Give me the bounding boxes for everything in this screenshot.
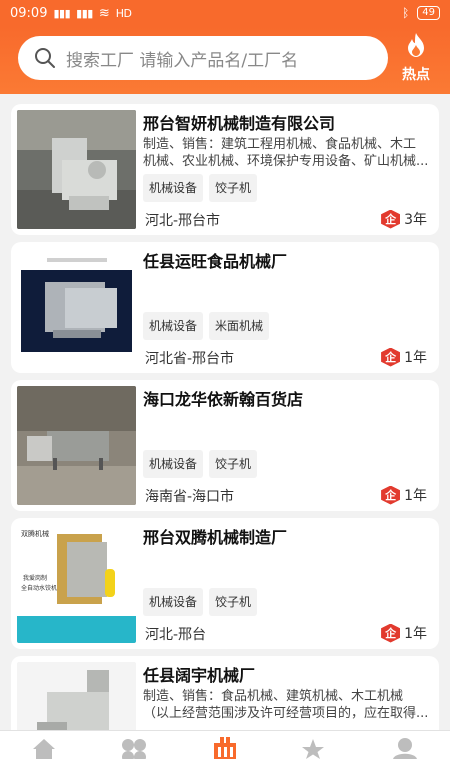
years-badge: 企 1年: [381, 623, 427, 643]
tab-profile[interactable]: [392, 737, 418, 760]
tag[interactable]: 饺子机: [209, 588, 258, 616]
hot-button[interactable]: 热点: [396, 32, 436, 84]
factory-name: 邢台智妍机械制造有限公司: [143, 114, 336, 133]
tag-list: 机械设备 米面机械: [143, 312, 270, 340]
product-image: [17, 386, 136, 505]
factory-name: 任县运旺食品机械厂: [143, 252, 288, 271]
product-image: [17, 110, 136, 229]
status-time: 09:09: [10, 5, 48, 21]
bottom-tab-bar: [0, 730, 450, 760]
factory-card[interactable]: 海口龙华依新翰百货店 机械设备 饺子机 海南省-海口市 企 1年: [11, 380, 439, 511]
category-icon: [122, 739, 146, 760]
product-image: [17, 662, 136, 730]
location: 河北-邢台: [145, 627, 207, 643]
home-icon: [33, 739, 55, 759]
location: 河北省-邢台市: [145, 351, 235, 367]
factory-card[interactable]: 邢台智妍机械制造有限公司 制造、销售：建筑工程用机械、食品机械、木工 机械、农业…: [11, 104, 439, 235]
tab-star[interactable]: [300, 737, 326, 760]
tag-list: 机械设备 饺子机: [143, 588, 258, 616]
enterprise-badge-icon: 企: [381, 209, 401, 229]
header: 搜索工厂 请输入产品名/工厂名 热点: [0, 26, 450, 94]
factory-card[interactable]: 双腾机械 我爱岗制 全自动水饺机 邢台双腾机械制造厂 机械设备 饺子机 河北-邢…: [11, 518, 439, 649]
image-caption: 我爱岗制: [23, 574, 47, 582]
factory-description: 制造、销售：食品机械、建筑机械、木工机械 （以上经营范围涉及许可经营项目的，应在…: [143, 688, 433, 722]
factory-card[interactable]: 任县运旺食品机械厂 机械设备 米面机械 河北省-邢台市 企 1年: [11, 242, 439, 373]
factory-name: 任县阔宇机械厂: [143, 666, 256, 685]
factory-card[interactable]: 任县阔宇机械厂 制造、销售：食品机械、建筑机械、木工机械 （以上经营范围涉及许可…: [11, 656, 439, 730]
years-text: 1年: [404, 350, 427, 366]
description-line: 制造、销售：建筑工程用机械、食品机械、木工: [143, 137, 417, 152]
years-text: 1年: [404, 626, 427, 642]
location: 海南省-海口市: [145, 489, 235, 505]
years-badge: 企 1年: [381, 347, 427, 367]
tag-list: 机械设备 饺子机: [143, 450, 258, 478]
tab-factory[interactable]: [212, 737, 238, 760]
search-icon: [35, 48, 55, 68]
tag[interactable]: 饺子机: [209, 450, 258, 478]
search-input[interactable]: 搜索工厂 请输入产品名/工厂名: [66, 46, 298, 71]
tag[interactable]: 机械设备: [143, 312, 204, 340]
tag[interactable]: 机械设备: [143, 174, 204, 202]
tab-category[interactable]: [120, 737, 148, 760]
tag[interactable]: 机械设备: [143, 588, 204, 616]
fire-icon: [408, 33, 424, 57]
product-image: [17, 248, 136, 367]
factory-list: 邢台智妍机械制造有限公司 制造、销售：建筑工程用机械、食品机械、木工 机械、农业…: [0, 94, 450, 730]
factory-icon: [214, 737, 236, 759]
enterprise-badge-icon: 企: [381, 623, 401, 643]
factory-name: 邢台双腾机械制造厂: [143, 528, 288, 547]
wifi-icon: ≋: [98, 5, 110, 21]
image-caption: 全自动水饺机: [21, 584, 57, 592]
description-line: （以上经营范围涉及许可经营项目的，应在取得...: [143, 706, 429, 721]
factory-name: 海口龙华依新翰百货店: [143, 390, 304, 409]
user-icon: [393, 738, 417, 759]
factory-description: 制造、销售：建筑工程用机械、食品机械、木工 机械、农业机械、环境保护专用设备、矿…: [143, 136, 433, 170]
location: 河北-邢台市: [145, 213, 221, 229]
years-badge: 企 3年: [381, 209, 427, 229]
years-text: 1年: [404, 488, 427, 504]
tag[interactable]: 饺子机: [209, 174, 258, 202]
status-bar: 09:09 ▮▮▮ ▮▮▮ ≋ HD ᛒ 49: [0, 0, 450, 26]
years-badge: 企 1年: [381, 485, 427, 505]
description-line: 机械、农业机械、环境保护专用设备、矿山机械...: [143, 154, 429, 169]
signal-icon: ▮▮▮: [76, 6, 93, 20]
tag[interactable]: 机械设备: [143, 450, 204, 478]
enterprise-badge-icon: 企: [381, 485, 401, 505]
description-line: 制造、销售：食品机械、建筑机械、木工机械: [143, 689, 404, 704]
product-image: 双腾机械 我爱岗制 全自动水饺机: [17, 524, 136, 643]
tab-home[interactable]: [31, 737, 57, 760]
bluetooth-icon: ᛒ: [402, 6, 410, 20]
years-text: 3年: [404, 212, 427, 228]
image-caption: 双腾机械: [21, 529, 49, 538]
hd-label: HD: [115, 6, 132, 20]
enterprise-badge-icon: 企: [381, 347, 401, 367]
search-bar[interactable]: 搜索工厂 请输入产品名/工厂名: [18, 36, 388, 80]
tag[interactable]: 米面机械: [209, 312, 270, 340]
star-icon: [302, 739, 324, 759]
hot-label: 热点: [402, 67, 430, 83]
battery-indicator: 49: [417, 6, 440, 20]
tag-list: 机械设备 饺子机: [143, 174, 258, 202]
signal-icon: ▮▮▮: [53, 6, 71, 20]
